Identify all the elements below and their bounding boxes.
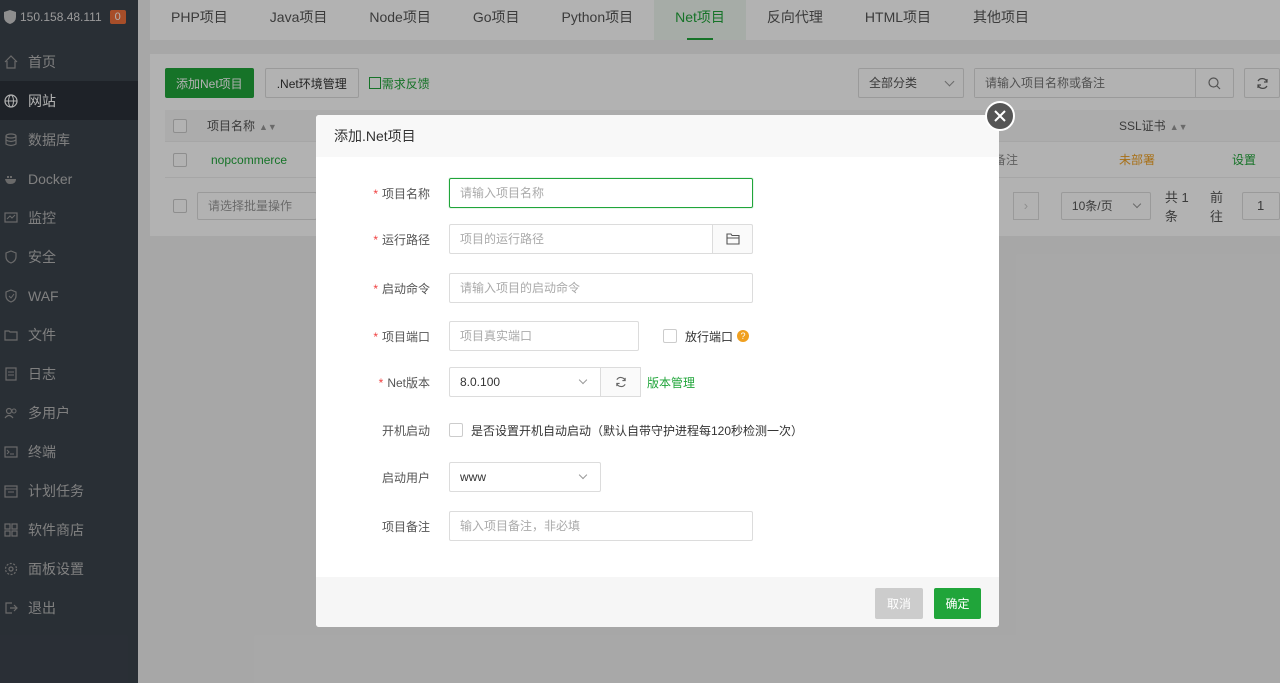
label-remark: 项目备注 — [381, 519, 430, 534]
confirm-button[interactable]: 确定 — [934, 588, 981, 619]
field-row-port: *项目端口 放行端口? — [316, 321, 999, 351]
field-row-user: 启动用户 www — [316, 462, 999, 492]
version-manage-link[interactable]: 版本管理 — [647, 374, 695, 391]
label-user: 启动用户 — [381, 470, 430, 485]
folder-icon — [725, 233, 740, 245]
field-row-path: * 运行路径 — [316, 224, 999, 254]
label-version: * Net版本 — [378, 375, 430, 390]
field-row-cmd: * 启动命令 — [316, 273, 999, 303]
label-cmd: * 启动命令 — [373, 281, 430, 296]
field-row-version: * Net版本 8.0.100 版本管理 — [316, 367, 999, 397]
add-net-project-dialog: 添加.Net项目 *项目名称 *运行路径 *启动命令 *项目端口 放行端口? *… — [316, 101, 1015, 627]
close-button[interactable] — [985, 101, 1015, 131]
run-path-input[interactable] — [449, 224, 713, 254]
field-row-autostart: 开机启动 是否设置开机自动启动（默认自带守护进程每120秒检测一次） — [316, 415, 999, 445]
label-name: * 项目名称 — [373, 186, 430, 201]
label-port: * 项目端口 — [373, 329, 430, 344]
project-remark-input[interactable] — [449, 511, 753, 541]
allow-port-checkbox[interactable] — [663, 329, 677, 343]
browse-folder-button[interactable] — [713, 224, 753, 254]
dialog-footer: 取消 确定 — [316, 577, 999, 627]
dialog-title: 添加.Net项目 — [316, 115, 999, 157]
autostart-option[interactable]: 是否设置开机自动启动（默认自带守护进程每120秒检测一次） — [449, 422, 803, 439]
allow-port-option[interactable]: 放行端口? — [663, 328, 750, 345]
label-path: * 运行路径 — [373, 232, 430, 247]
project-port-input[interactable] — [449, 321, 639, 351]
label-autostart: 开机启动 — [381, 423, 430, 438]
project-name-input[interactable] — [449, 178, 753, 208]
chevron-down-icon — [578, 470, 588, 480]
autostart-checkbox[interactable] — [449, 423, 463, 437]
field-row-remark: 项目备注 — [316, 511, 999, 541]
net-version-select[interactable]: 8.0.100 — [449, 367, 601, 397]
start-command-input[interactable] — [449, 273, 753, 303]
help-icon[interactable]: ? — [737, 330, 750, 342]
close-icon — [994, 110, 1006, 122]
refresh-icon — [615, 376, 626, 388]
refresh-version-button[interactable] — [601, 367, 641, 397]
cancel-button[interactable]: 取消 — [875, 588, 923, 619]
field-row-name: * 项目名称 — [316, 178, 999, 208]
chevron-down-icon — [578, 375, 588, 385]
start-user-select[interactable]: www — [449, 462, 601, 492]
